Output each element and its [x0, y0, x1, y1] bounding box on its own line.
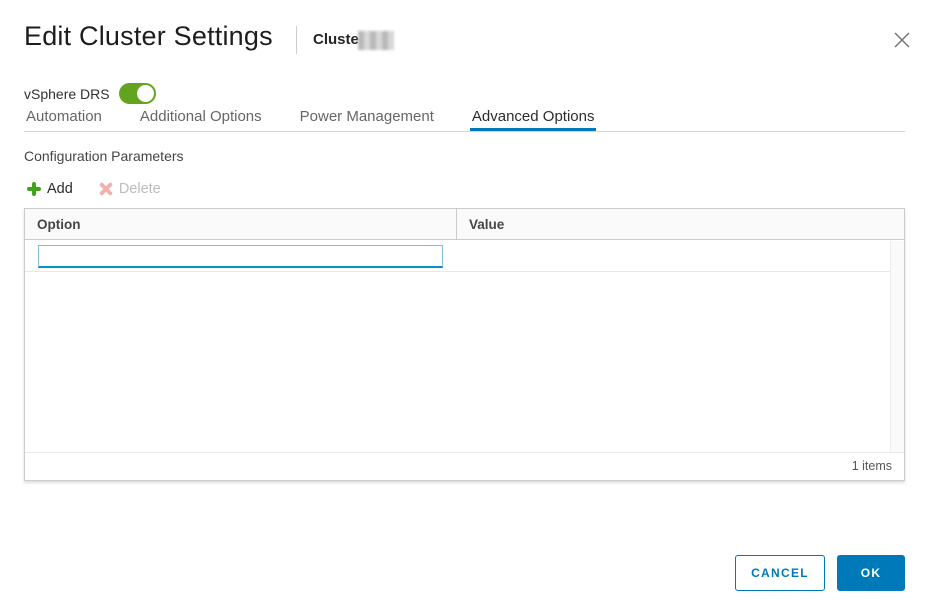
edit-cluster-settings-dialog: Edit Cluster Settings Cluster vSphere DR… — [0, 0, 927, 613]
tab-bar: Automation Additional Options Power Mana… — [24, 106, 905, 132]
delete-button[interactable]: Delete — [99, 181, 161, 197]
close-button[interactable] — [888, 26, 916, 54]
delete-x-icon — [96, 179, 116, 199]
column-header-value[interactable]: Value — [456, 209, 904, 239]
drs-toggle-row: vSphere DRS — [24, 83, 156, 104]
tab-advanced-options[interactable]: Advanced Options — [470, 106, 597, 131]
toggle-knob — [137, 85, 154, 102]
grid-header-row: Option Value — [25, 209, 904, 240]
vertical-scrollbar[interactable] — [890, 241, 904, 452]
drs-label: vSphere DRS — [24, 86, 110, 102]
section-heading: Configuration Parameters — [24, 148, 184, 164]
delete-button-label: Delete — [119, 181, 161, 197]
cluster-name-label: Cluster — [313, 31, 365, 48]
column-header-option[interactable]: Option — [25, 209, 456, 239]
table-row — [25, 241, 904, 272]
title-divider — [296, 26, 297, 54]
plus-icon — [27, 182, 41, 196]
close-icon — [894, 32, 910, 48]
dialog-title: Edit Cluster Settings — [24, 21, 273, 52]
grid-footer-count: 1 items — [25, 452, 904, 480]
dialog-actions: CANCEL OK — [735, 555, 905, 591]
drs-toggle[interactable] — [119, 83, 156, 104]
add-button[interactable]: Add — [27, 181, 73, 197]
tab-additional-options[interactable]: Additional Options — [138, 106, 264, 131]
config-parameters-grid: Option Value 1 items — [24, 208, 905, 481]
tab-power-management[interactable]: Power Management — [298, 106, 436, 131]
option-input[interactable] — [38, 245, 443, 268]
grid-body — [25, 241, 904, 452]
cancel-button[interactable]: CANCEL — [735, 555, 825, 591]
ok-button[interactable]: OK — [837, 555, 905, 591]
cluster-name-redacted — [358, 31, 394, 50]
tab-automation[interactable]: Automation — [24, 106, 104, 131]
add-button-label: Add — [47, 181, 73, 197]
grid-toolbar: Add Delete — [27, 181, 161, 197]
